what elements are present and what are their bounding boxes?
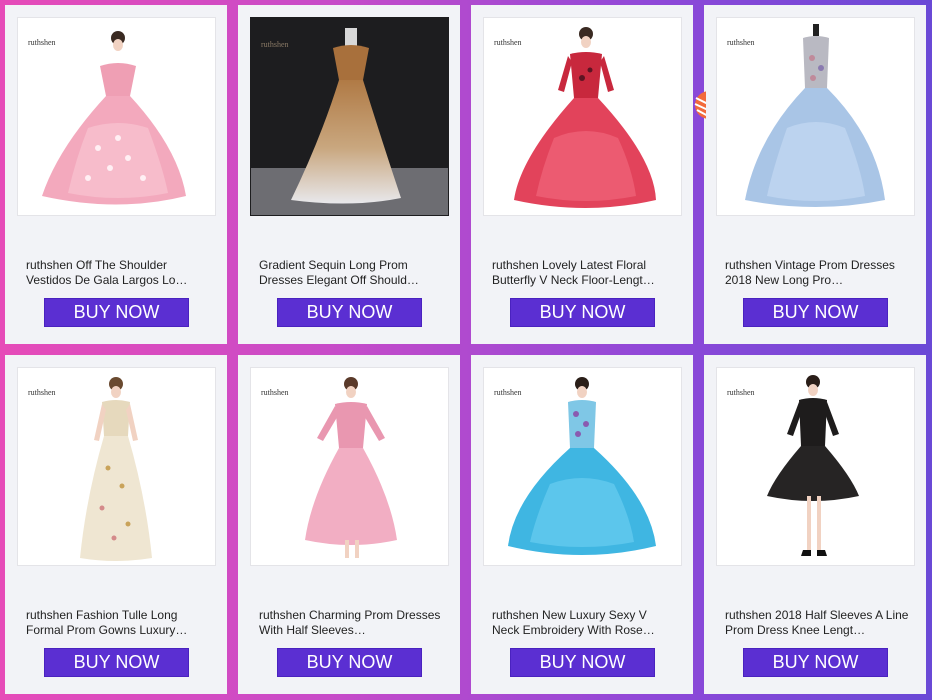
product-title[interactable]: ruthshen Charming Prom Dresses With Half…: [259, 608, 443, 638]
product-grid: ruthshen ruthshen Off The Shoulder Vesti…: [0, 0, 932, 700]
product-card[interactable]: ruthshen ruthshen 2018 Half Sleeves A Li…: [704, 355, 926, 694]
dress-illustration: [42, 31, 186, 205]
product-image[interactable]: ruthshen: [250, 367, 449, 566]
buy-now-button[interactable]: BUY NOW: [44, 648, 189, 677]
product-image[interactable]: ruthshen: [250, 17, 449, 216]
product-image[interactable]: ruthshen: [483, 17, 682, 216]
product-card[interactable]: ruthshen ruthshen Vintage Prom Dresses 2…: [704, 5, 926, 344]
buy-now-button[interactable]: BUY NOW: [510, 648, 655, 677]
product-image[interactable]: ruthshen: [483, 367, 682, 566]
product-card[interactable]: ruthshen ruthshen Charming Prom Dresses …: [238, 355, 460, 694]
buy-now-button[interactable]: BUY NOW: [44, 298, 189, 327]
dress-illustration: [80, 377, 152, 561]
product-image[interactable]: ruthshen: [17, 17, 216, 216]
dress-illustration: [745, 24, 885, 207]
buy-now-button[interactable]: BUY NOW: [743, 648, 888, 677]
product-title[interactable]: ruthshen Vintage Prom Dresses 2018 New L…: [725, 258, 909, 288]
product-title[interactable]: ruthshen New Luxury Sexy V Neck Embroide…: [492, 608, 676, 638]
buy-now-button[interactable]: BUY NOW: [277, 648, 422, 677]
buy-now-button[interactable]: BUY NOW: [743, 298, 888, 327]
dress-illustration: [767, 375, 859, 556]
product-card[interactable]: ruthshen Gradient Sequin Long Prom Dress…: [238, 5, 460, 344]
dress-illustration: [508, 377, 656, 555]
product-title[interactable]: ruthshen Off The Shoulder Vestidos De Ga…: [26, 258, 210, 288]
product-card[interactable]: ruthshen ruthshen Lovely Latest Floral B…: [471, 5, 693, 344]
product-card[interactable]: ruthshen ruthshen Off The Shoulder Vesti…: [5, 5, 227, 344]
buy-now-button[interactable]: BUY NOW: [277, 298, 422, 327]
product-title[interactable]: ruthshen Lovely Latest Floral Butterfly …: [492, 258, 676, 288]
product-title[interactable]: ruthshen Fashion Tulle Long Formal Prom …: [26, 608, 210, 638]
dress-illustration: [305, 377, 397, 558]
buy-now-button[interactable]: BUY NOW: [510, 298, 655, 327]
product-card[interactable]: ruthshen ruthshen Fashion Tulle Long For…: [5, 355, 227, 694]
dress-illustration: [514, 27, 656, 208]
product-image[interactable]: ruthshen: [716, 17, 915, 216]
product-image[interactable]: ruthshen: [716, 367, 915, 566]
product-image[interactable]: ruthshen: [17, 367, 216, 566]
striped-badge-icon: [694, 91, 706, 119]
product-card[interactable]: ruthshen ruthshen New Luxury Sexy V Neck…: [471, 355, 693, 694]
product-title[interactable]: Gradient Sequin Long Prom Dresses Elegan…: [259, 258, 443, 288]
dress-illustration: [251, 28, 448, 215]
product-title[interactable]: ruthshen 2018 Half Sleeves A Line Prom D…: [725, 608, 909, 638]
